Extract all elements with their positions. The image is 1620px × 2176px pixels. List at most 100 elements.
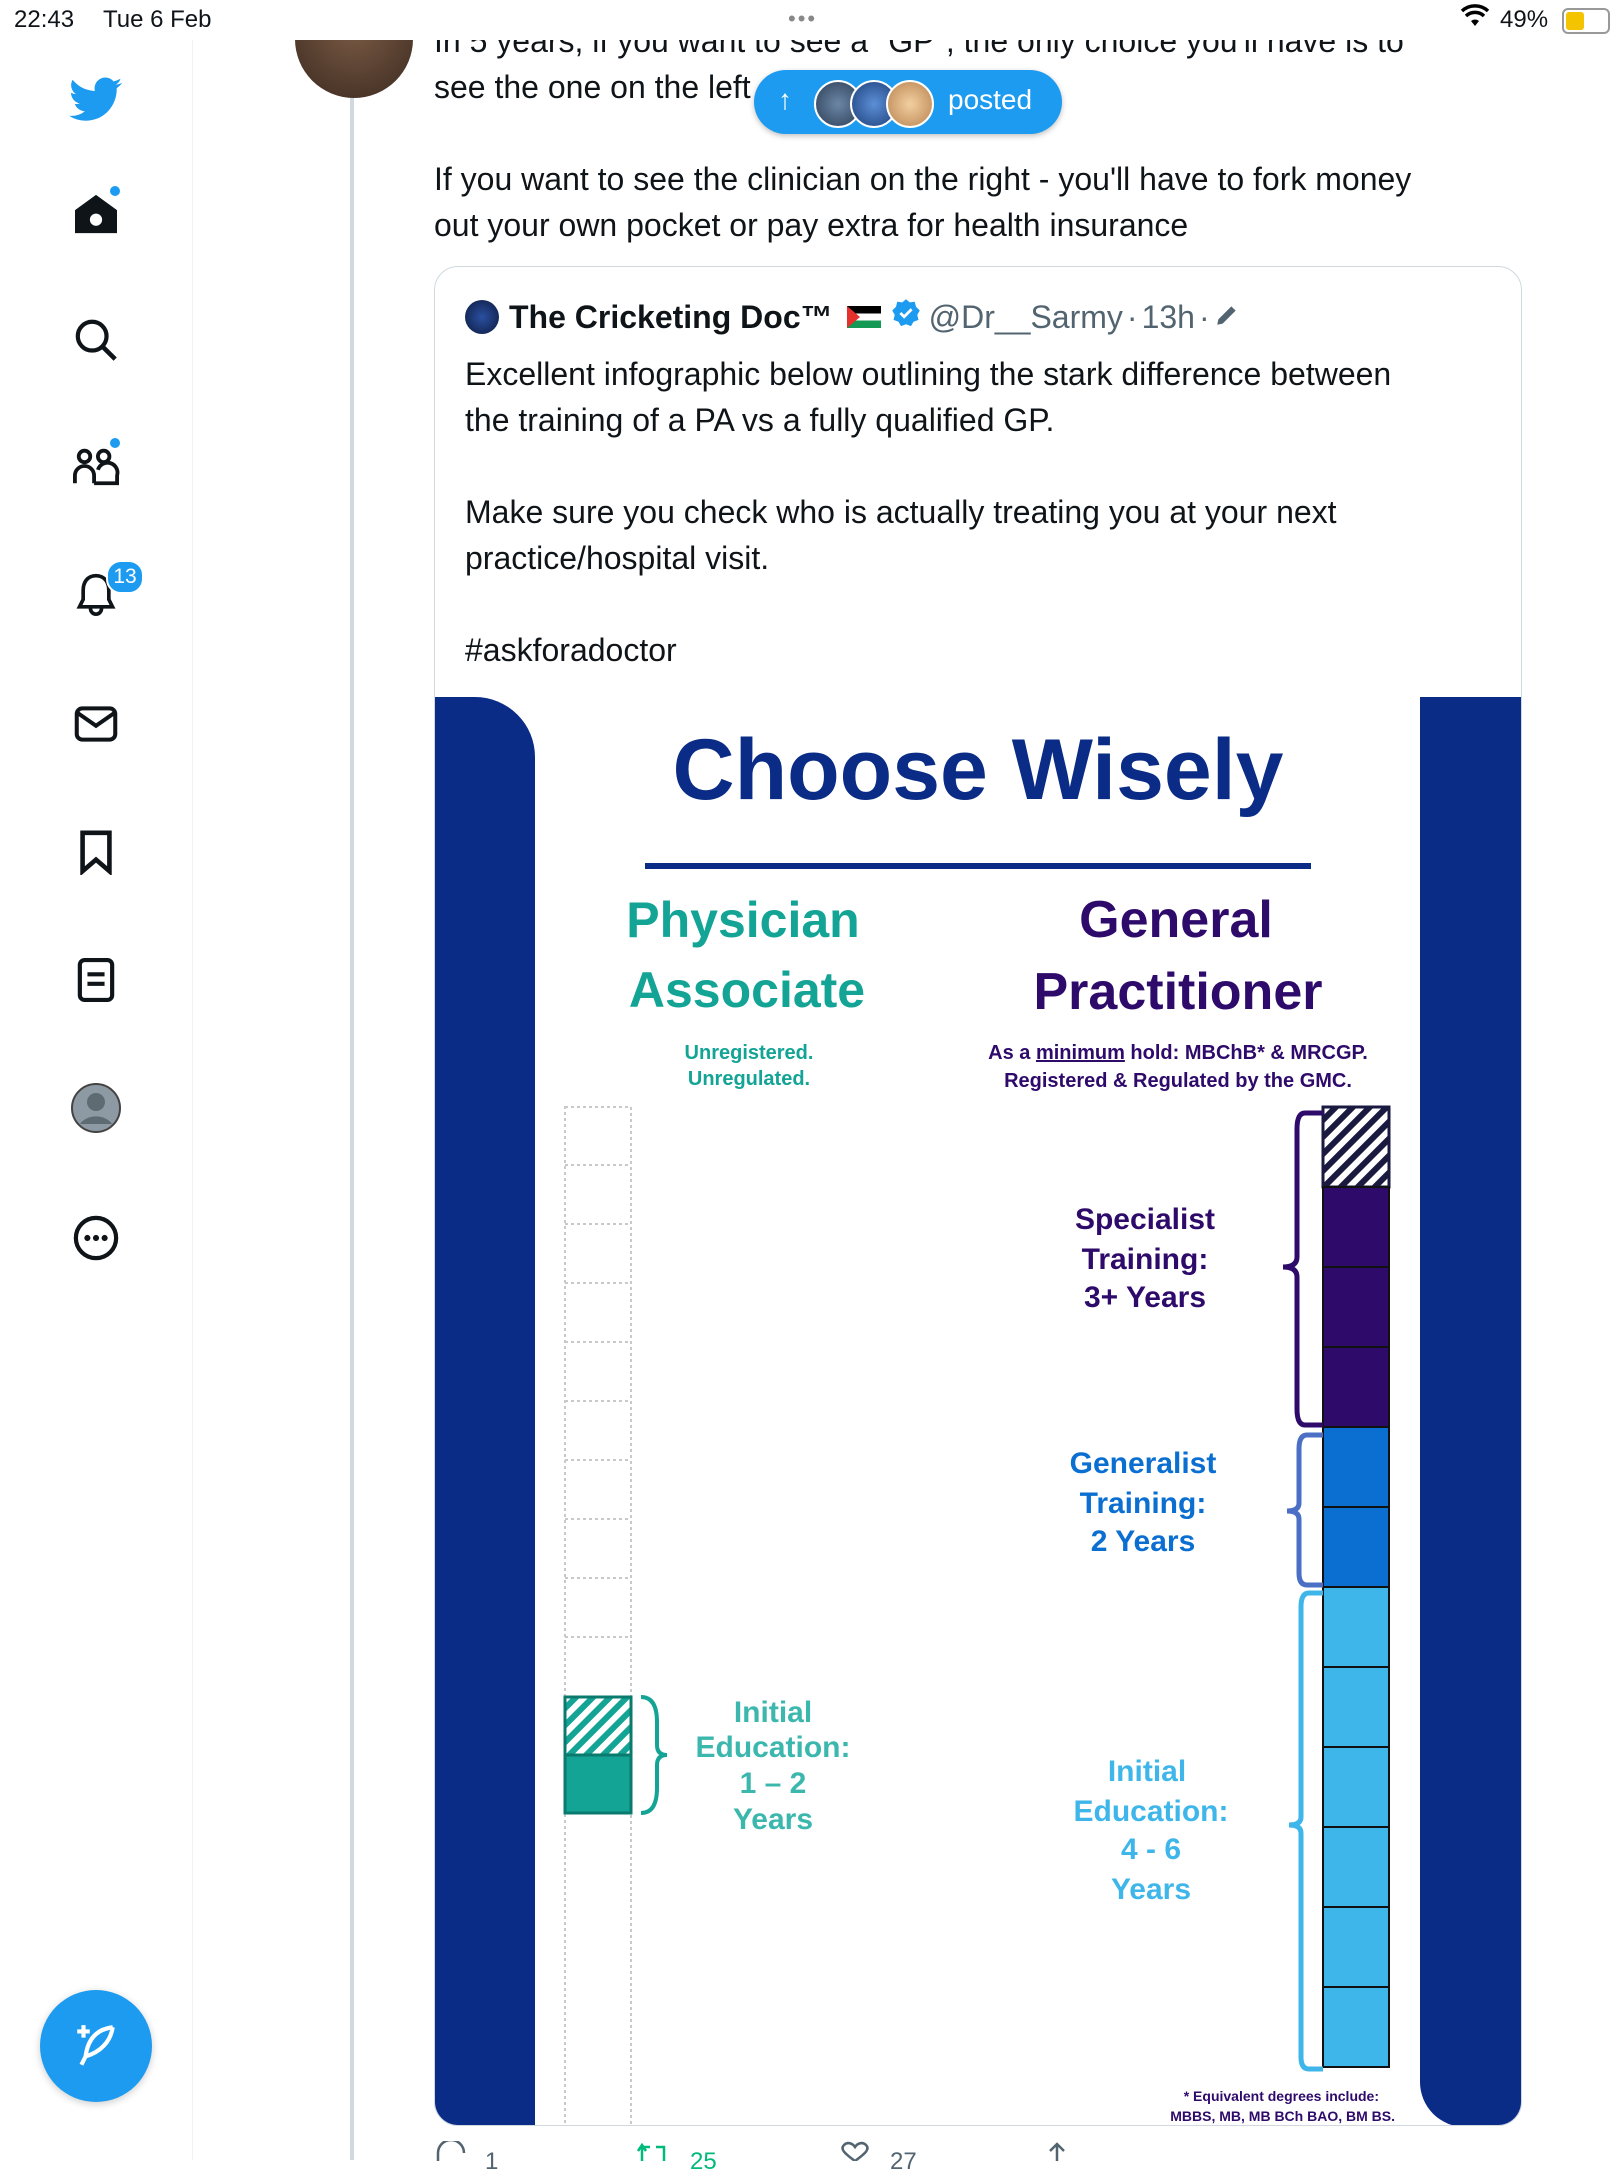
gp-initial-brace [1288,1590,1323,2072]
multitasking-dots-icon[interactable]: ••• [788,6,817,32]
gp-initial-block [1322,1826,1390,1908]
repost-count: 25 [690,2148,717,2175]
like-count: 27 [890,2148,917,2175]
pa-hatched-block [563,1695,633,1757]
infographic-image[interactable]: Choose Wisely Physician Associate Unregi… [435,697,1521,2125]
compose-feather-icon [77,2025,115,2066]
generalist-2: Training: [1080,1487,1207,1520]
communities-dot-badge [110,438,120,448]
gp-initial-block [1322,1666,1390,1748]
quoted-text-line: Make sure you check who is actually trea… [465,494,1337,530]
gp-heading-1: General [1079,891,1273,949]
left-navy-band [435,697,535,2125]
specialist-brace [1282,1110,1323,1428]
gp-initial-2: Education: [1074,1795,1229,1828]
battery-icon [1562,8,1610,34]
quoted-text-line: the training of a PA vs a fully qualifie… [465,402,1055,438]
specialist-3: 3+ Years [1084,1281,1206,1314]
gp-initial-block [1322,1746,1390,1828]
quoted-tweet[interactable]: The Cricketing Doc™ @Dr__Sarmy · 13h · E… [434,266,1522,2126]
gp-generalist-block [1322,1426,1390,1508]
notifications-icon[interactable]: 13 [66,560,144,624]
generalist-brace [1286,1432,1323,1588]
gp-hatched-block [1321,1105,1391,1189]
gp-initial-3: 4 - 6 [1121,1833,1181,1866]
quoted-time[interactable]: 13h [1142,299,1195,336]
pa-heading-1: Physician [626,892,859,948]
reply-count: 1 [485,2148,499,2175]
pa-heading-2: Associate [629,962,865,1018]
quoted-handle[interactable]: @Dr__Sarmy [929,299,1123,336]
separator-dot: · [1198,298,1210,335]
compose-button[interactable] [40,1990,152,2102]
gp-specialist-block [1322,1186,1390,1268]
gp-sub-2: Registered & Regulated by the GMC. [1004,1070,1352,1092]
bookmarks-icon[interactable] [66,822,126,882]
generalist-1: Generalist [1070,1447,1217,1480]
share-button[interactable] [1044,2140,1070,2161]
gp-initial-1: Initial [1108,1755,1186,1788]
pa-empty-boxes [564,1106,632,2125]
pa-sub-1: Unregistered. [685,1042,814,1064]
tweet-text-line-2: see the one on the left [434,69,751,105]
pill-avatar [886,80,934,128]
communities-icon[interactable] [66,436,126,496]
messages-icon[interactable] [66,694,126,754]
quoted-text-line: practice/hospital visit. [465,540,770,576]
quoted-tweet-header: The Cricketing Doc™ @Dr__Sarmy · 13h · [465,295,1240,339]
footnote-1: * Equivalent degrees include: [1184,2088,1379,2104]
gp-generalist-block [1322,1506,1390,1588]
search-icon[interactable] [66,310,126,370]
pa-sub-2: Unregulated. [688,1068,810,1090]
footnote-2: MBBS, MB, MB BCh BAO, BM BS. [1170,2108,1395,2124]
quoted-text-line: Excellent infographic below outlining th… [465,356,1392,392]
verified-badge-icon [891,298,921,336]
new-posts-label: posted [948,84,1033,115]
right-navy-band [1420,697,1521,2125]
gp-specialist-block [1322,1266,1390,1348]
sidebar: 13 [0,40,193,2160]
gp-initial-4: Years [1111,1873,1191,1906]
quoted-display-name[interactable]: The Cricketing Doc™ [509,299,833,336]
pa-initial-4: Years [733,1803,813,1836]
specialist-2: Training: [1082,1243,1209,1276]
gp-initial-block [1322,1586,1390,1668]
gp-initial-block [1322,1906,1390,1988]
profile-icon[interactable] [66,1078,126,1138]
reply-button[interactable] [434,2138,468,2161]
edited-pencil-icon[interactable] [1214,299,1240,336]
like-button[interactable] [838,2140,872,2163]
home-dot-badge [110,186,120,196]
pa-initial-2: Education: [696,1731,851,1764]
pa-initial-1: Initial [734,1696,812,1729]
notifications-badge: 13 [106,560,144,594]
tweet-text-line-3: If you want to see the clinician on the … [434,161,1412,197]
tweet-text-line-4: out your own pocket or pay extra for hea… [434,207,1189,243]
separator-dot: · [1126,298,1138,335]
gp-specialist-block [1322,1346,1390,1428]
gp-initial-block [1322,1986,1390,2068]
twitter-bird-icon[interactable] [66,70,126,130]
thread-line [350,90,354,2160]
status-time: 22:43 [14,6,75,33]
pa-brace [640,1695,668,1815]
infographic-title: Choose Wisely [673,722,1284,818]
status-date: Tue 6 Feb [103,6,212,33]
new-posts-pill[interactable]: ↑ posted [754,70,1062,134]
wifi-icon [1460,4,1490,37]
more-icon[interactable] [66,1208,126,1268]
gp-sub-1: As a minimum hold: MBChB* & MRCGP. [988,1042,1368,1064]
pa-initial-3: 1 – 2 [740,1767,807,1800]
generalist-3: 2 Years [1091,1525,1196,1558]
specialist-1: Specialist [1075,1203,1215,1236]
home-icon[interactable] [66,184,126,244]
battery-percent: 49% [1500,6,1549,33]
quoted-avatar[interactable] [465,300,499,334]
hashtag-link[interactable]: #askforadoctor [465,627,677,673]
flag-icon [846,306,881,328]
title-underline [645,863,1311,869]
lists-icon[interactable] [66,950,126,1010]
repost-button[interactable] [636,2140,670,2161]
pa-solid-block [563,1753,633,1815]
gp-heading-2: Practitioner [1034,963,1323,1021]
